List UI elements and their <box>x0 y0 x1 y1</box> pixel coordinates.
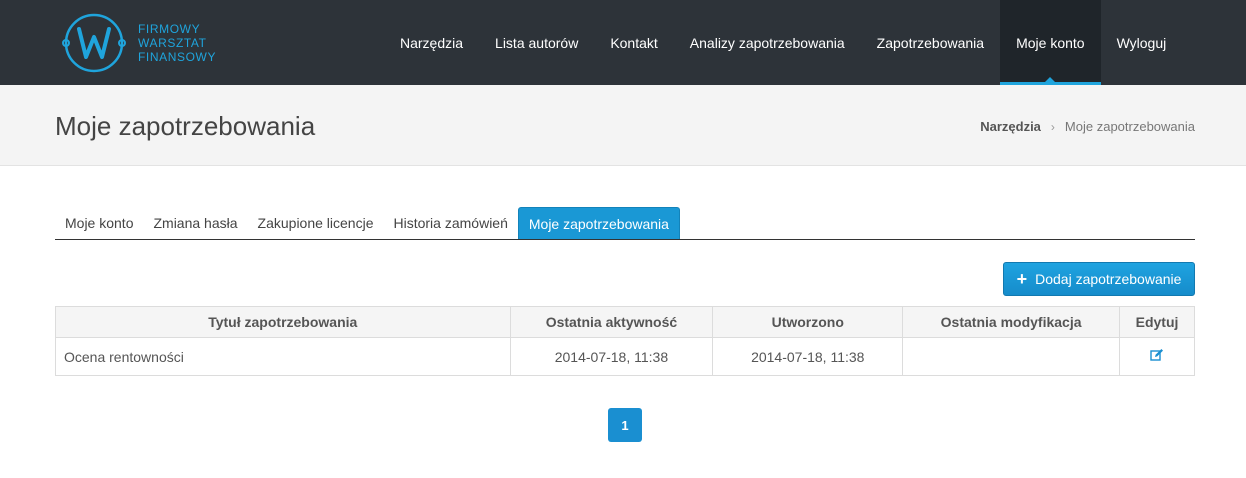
brand-line-2: WARSZTAT <box>138 36 207 50</box>
cell-edit <box>1119 337 1195 376</box>
nav-item-narzedzia[interactable]: Narzędzia <box>384 0 479 85</box>
column-header-edit: Edytuj <box>1119 306 1195 338</box>
breadcrumb-current: Moje zapotrzebowania <box>1064 119 1195 134</box>
brand-line-1: FIRMOWY <box>138 22 201 36</box>
edit-icon[interactable] <box>1150 348 1164 365</box>
cell-modified <box>902 337 1120 376</box>
column-header-last-activity[interactable]: Ostatnia aktywność <box>509 306 714 338</box>
account-tabs: Moje konto Zmiana hasła Zakupione licenc… <box>55 207 1195 240</box>
brand-logo[interactable]: FIRMOWY WARSZTAT FINANSOWY <box>60 9 240 77</box>
tab-zakupione-licencje[interactable]: Zakupione licencje <box>248 207 384 239</box>
table-header-row: Tytuł zapotrzebowania Ostatnia aktywność… <box>55 306 1195 338</box>
main-nav: Narzędzia Lista autorów Kontakt Analizy … <box>384 0 1182 85</box>
page-title: Moje zapotrzebowania <box>55 111 316 141</box>
nav-item-zapotrzebowania[interactable]: Zapotrzebowania <box>861 0 1000 85</box>
brand-line-3: FINANSOWY <box>138 50 217 64</box>
page-header: Moje zapotrzebowania Narzędzia › Moje za… <box>0 85 1246 166</box>
cell-created: 2014-07-18, 11:38 <box>712 337 904 376</box>
column-header-modified[interactable]: Ostatnia modyfikacja <box>902 306 1120 338</box>
tab-historia-zamowien[interactable]: Historia zamówień <box>384 207 518 239</box>
column-header-created[interactable]: Utworzono <box>712 306 904 338</box>
top-navbar: FIRMOWY WARSZTAT FINANSOWY Narzędzia Lis… <box>0 0 1246 85</box>
nav-item-kontakt[interactable]: Kontakt <box>594 0 673 85</box>
nav-item-moje-konto[interactable]: Moje konto <box>1000 0 1102 85</box>
demands-table: Tytuł zapotrzebowania Ostatnia aktywność… <box>55 306 1195 376</box>
pagination-page-1[interactable]: 1 <box>608 408 642 442</box>
cell-last-activity: 2014-07-18, 11:38 <box>509 337 714 376</box>
tab-zmiana-hasla[interactable]: Zmiana hasła <box>143 207 247 239</box>
table-row: Ocena rentowności 2014-07-18, 11:38 2014… <box>55 337 1195 376</box>
tab-moje-konto[interactable]: Moje konto <box>55 207 143 239</box>
breadcrumb-separator-icon: › <box>1050 119 1055 134</box>
column-header-title[interactable]: Tytuł zapotrzebowania <box>55 306 511 338</box>
add-demand-label: Dodaj zapotrzebowanie <box>1035 271 1182 287</box>
logo-emblem-icon <box>62 13 126 73</box>
plus-icon: + <box>1016 269 1028 289</box>
brand-name: FIRMOWY WARSZTAT FINANSOWY <box>138 22 216 64</box>
tab-moje-zapotrzebowania[interactable]: Moje zapotrzebowania <box>517 207 680 239</box>
breadcrumb-link-narzedzia[interactable]: Narzędzia <box>980 119 1041 134</box>
cell-title: Ocena rentowności <box>55 337 511 376</box>
nav-item-lista-autorow[interactable]: Lista autorów <box>479 0 594 85</box>
nav-item-analizy-zapotrzebowania[interactable]: Analizy zapotrzebowania <box>674 0 861 85</box>
add-demand-button[interactable]: + Dodaj zapotrzebowanie <box>1003 262 1195 296</box>
breadcrumb: Narzędzia › Moje zapotrzebowania <box>980 119 1195 134</box>
nav-item-wyloguj[interactable]: Wyloguj <box>1101 0 1183 85</box>
